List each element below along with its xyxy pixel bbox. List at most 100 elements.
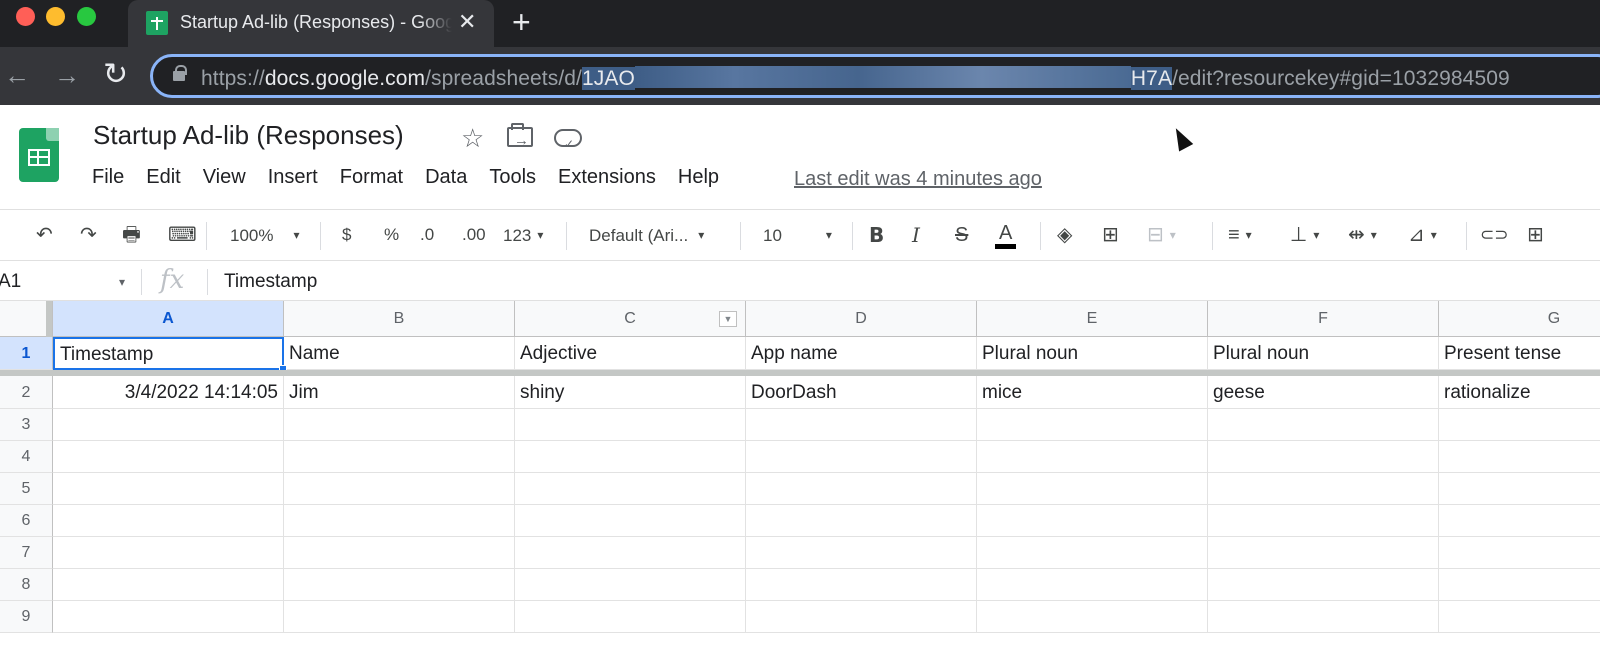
strikethrough-icon[interactable]: S [955,222,968,248]
cell-a9[interactable] [53,601,284,633]
new-tab-icon[interactable]: + [512,6,531,38]
forward-icon[interactable]: → [54,55,80,95]
sheets-logo-icon[interactable] [19,128,59,182]
cell-b4[interactable] [284,441,515,473]
cell-b6[interactable] [284,505,515,537]
decrease-decimal-button[interactable]: .0 [420,222,434,248]
cell-e6[interactable] [977,505,1208,537]
increase-decimal-button[interactable]: .00 [462,222,486,248]
insert-link-icon[interactable]: ⊂⊃ [1480,222,1509,248]
text-rotation-icon[interactable]: ⊿ ▾ [1408,222,1437,248]
cell-g3[interactable] [1439,409,1600,441]
cell-g9[interactable] [1439,601,1600,633]
row-header-5[interactable]: 5 [0,473,53,505]
cell-e7[interactable] [977,537,1208,569]
name-box-dropdown-icon[interactable]: ▾ [119,275,125,289]
bold-icon[interactable]: B [869,222,884,248]
row-header-3[interactable]: 3 [0,409,53,441]
paint-format-icon[interactable]: ⌨ [168,222,197,248]
cell-c7[interactable] [515,537,746,569]
cell-d2[interactable]: DoorDash [746,376,977,409]
close-tab-icon[interactable]: ✕ [458,9,476,35]
menu-help[interactable]: Help [678,166,719,194]
column-header-f[interactable]: F [1208,301,1439,337]
undo-icon[interactable]: ↶ [36,222,53,248]
text-wrapping-icon[interactable]: ⇹ ▾ [1348,222,1377,248]
cell-b8[interactable] [284,569,515,601]
cell-a3[interactable] [53,409,284,441]
name-box[interactable]: A1 [0,271,21,293]
menu-data[interactable]: Data [425,166,467,194]
cell-g1[interactable]: Present tense [1439,337,1600,370]
cell-f2[interactable]: geese [1208,376,1439,409]
vertical-align-icon[interactable]: ⊥ ▾ [1290,222,1319,248]
column-header-d[interactable]: D [746,301,977,337]
menu-format[interactable]: Format [340,166,403,194]
menu-insert[interactable]: Insert [268,166,318,194]
column-header-g[interactable]: G [1439,301,1600,337]
cell-g6[interactable] [1439,505,1600,537]
cell-d4[interactable] [746,441,977,473]
italic-icon[interactable]: I [912,222,920,248]
cell-g4[interactable] [1439,441,1600,473]
zoom-select[interactable]: 100% ▾ [230,222,300,249]
reload-icon[interactable]: ↻ [103,55,128,95]
cell-c1[interactable]: Adjective [515,337,746,370]
window-close-button[interactable] [16,7,35,26]
horizontal-align-icon[interactable]: ≡ ▾ [1228,222,1252,248]
font-select[interactable]: Default (Ari... ▾ [589,222,704,249]
cell-c2[interactable]: shiny [515,376,746,409]
document-title[interactable]: Startup Ad-lib (Responses) [93,120,404,151]
move-to-folder-icon[interactable] [507,123,533,157]
cell-b3[interactable] [284,409,515,441]
percent-format-button[interactable]: % [384,222,399,248]
fill-color-icon[interactable]: ◈ [1057,222,1072,248]
column-header-b[interactable]: B [284,301,515,337]
column-menu-icon[interactable]: ▼ [719,311,737,327]
cell-b7[interactable] [284,537,515,569]
font-size-select[interactable]: 10 ▾ [763,222,832,249]
cell-a4[interactable] [53,441,284,473]
row-header-8[interactable]: 8 [0,569,53,601]
cell-a1[interactable]: Timestamp [53,337,284,370]
cell-c4[interactable] [515,441,746,473]
cell-a7[interactable] [53,537,284,569]
window-maximize-button[interactable] [77,7,96,26]
cell-d8[interactable] [746,569,977,601]
cell-d7[interactable] [746,537,977,569]
cell-f1[interactable]: Plural noun [1208,337,1439,370]
column-header-c[interactable]: C ▼ [515,301,746,337]
print-icon[interactable]: 🖶 [122,222,141,248]
column-header-e[interactable]: E [977,301,1208,337]
insert-comment-icon[interactable]: ⊞ [1527,222,1544,248]
cell-e8[interactable] [977,569,1208,601]
menu-edit[interactable]: Edit [146,166,180,194]
url-text[interactable]: https://docs.google.com/spreadsheets/d/1… [201,66,1510,91]
back-icon[interactable]: ← [4,55,30,95]
cell-d5[interactable] [746,473,977,505]
menu-extensions[interactable]: Extensions [558,166,656,194]
row-header-9[interactable]: 9 [0,601,53,633]
cell-e1[interactable]: Plural noun [977,337,1208,370]
cell-f5[interactable] [1208,473,1439,505]
cell-a8[interactable] [53,569,284,601]
spreadsheet-grid[interactable]: A B C ▼ D E F G 1 Timestamp Name Adjectiv… [0,301,1600,655]
cell-f7[interactable] [1208,537,1439,569]
cell-b9[interactable] [284,601,515,633]
menu-view[interactable]: View [203,166,246,194]
text-color-icon[interactable]: A [995,222,1017,249]
cell-e9[interactable] [977,601,1208,633]
column-header-a[interactable]: A [53,301,284,337]
cloud-status-icon[interactable] [554,128,582,160]
window-minimize-button[interactable] [46,7,65,26]
cell-e5[interactable] [977,473,1208,505]
menu-file[interactable]: File [92,166,124,194]
cell-f4[interactable] [1208,441,1439,473]
borders-icon[interactable]: ⊞ [1102,222,1119,248]
cell-d1[interactable]: App name [746,337,977,370]
cell-f6[interactable] [1208,505,1439,537]
last-edit-link[interactable]: Last edit was 4 minutes ago [794,168,1042,191]
cell-e4[interactable] [977,441,1208,473]
cell-b5[interactable] [284,473,515,505]
row-header-1[interactable]: 1 [0,337,53,370]
